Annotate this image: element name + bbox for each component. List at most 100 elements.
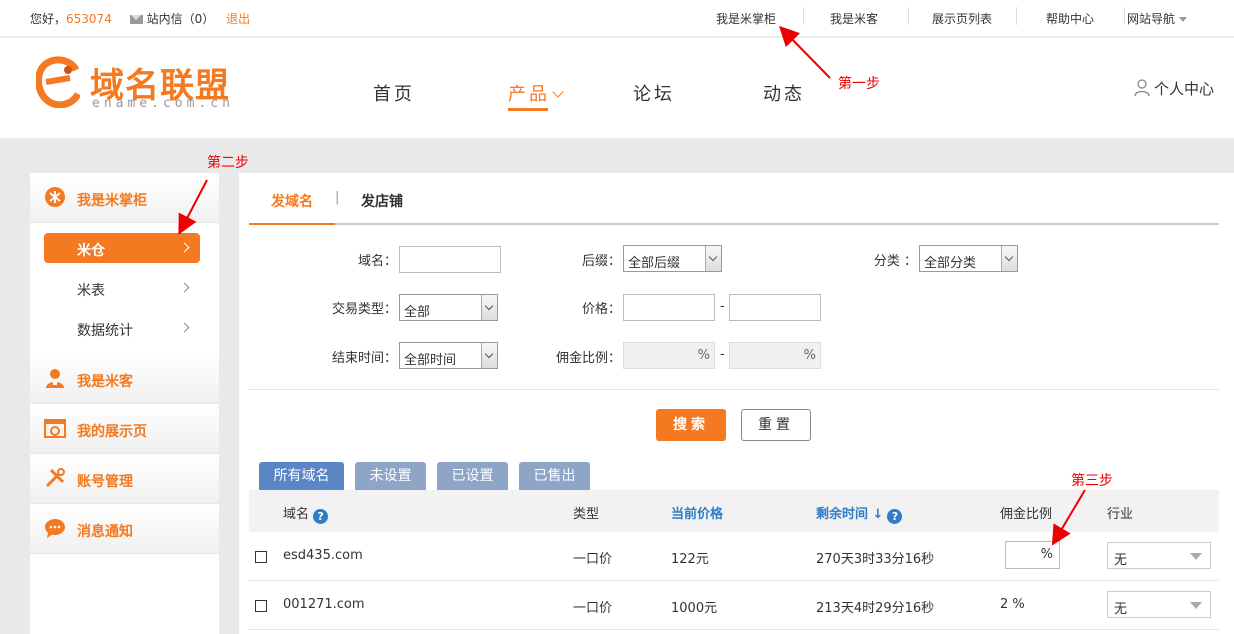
commission-max-input: %	[729, 342, 821, 369]
chevron-down-icon	[552, 86, 564, 98]
row-checkbox[interactable]	[255, 600, 267, 612]
table-header: 域名? 类型 当前价格 剩余时间 ↓? 佣金比例 行业	[249, 490, 1219, 532]
sidebar: 我是米掌柜 米仓 米表 数据统计 我是米客 我的展示页 账号管理 消息通知	[30, 173, 219, 634]
sidebar-section-label: 账号管理	[77, 474, 133, 490]
end-time-select[interactable]: 全部时间	[399, 342, 498, 369]
topnav-my-affiliate[interactable]: 我是米客	[830, 10, 878, 27]
th-type: 类型	[573, 507, 600, 522]
user-icon	[1134, 79, 1150, 97]
th-industry: 行业	[1107, 507, 1134, 522]
sidebar-section-showcase[interactable]: 我的展示页	[30, 404, 219, 454]
filter-tab-set[interactable]: 已设置	[437, 462, 508, 490]
filter-tab-sold[interactable]: 已售出	[519, 462, 590, 490]
price-label: 价格：	[581, 302, 621, 317]
sidebar-section-my-shop[interactable]: 我是米掌柜	[30, 173, 219, 223]
logout-link[interactable]: 退出	[226, 12, 250, 26]
search-button[interactable]: 搜索	[656, 409, 726, 441]
industry-value: 无	[1114, 602, 1128, 617]
person-icon	[46, 369, 64, 388]
inbox-link[interactable]: 站内信（0）	[129, 12, 215, 26]
price-min-input[interactable]	[623, 294, 715, 321]
cell-domain: 001271.com	[283, 597, 365, 612]
main-panel: 发域名 | 发店铺 域名： 后缀： 全部后缀 分类 ： 全部分类 交易类型： 全…	[239, 173, 1234, 634]
help-icon[interactable]: ?	[313, 509, 329, 524]
commission-min-input: %	[623, 342, 715, 369]
logo-domain: ename.com.cn	[92, 96, 234, 111]
cell-type: 一口价	[573, 552, 613, 567]
logo-e-icon	[36, 56, 80, 108]
trade-type-select[interactable]: 全部	[399, 294, 498, 321]
tab-publish-domain[interactable]: 发域名	[271, 191, 313, 211]
dropdown-arrow-icon	[705, 246, 721, 271]
filter-tab-all[interactable]: 所有域名	[259, 462, 344, 490]
nav-home[interactable]: 首页	[373, 80, 415, 106]
tools-icon	[45, 468, 65, 488]
top-bar: 您好，653074 站内信（0） 退出 我是米掌柜 我是米客 展示页列表 帮助中…	[0, 0, 1234, 37]
sidebar-section-notifications[interactable]: 消息通知	[30, 504, 219, 554]
topnav-help-center[interactable]: 帮助中心	[1046, 10, 1094, 27]
percent-sign: %	[803, 348, 816, 363]
nav-forum[interactable]: 论坛	[633, 80, 675, 106]
caret-down-icon	[1190, 602, 1202, 609]
th-price-sort[interactable]: 当前价格	[671, 503, 723, 522]
chevron-right-icon	[179, 282, 190, 293]
domain-label: 域名：	[357, 254, 397, 269]
nav-news[interactable]: 动态	[763, 80, 805, 106]
industry-value: 无	[1114, 553, 1128, 568]
site-logo[interactable]: 域名联盟 ename.com.cn	[36, 56, 246, 116]
chevron-right-icon	[179, 322, 190, 333]
sidebar-item-domain-list[interactable]: 米表	[44, 273, 200, 303]
table-row: esd435.com 一口价 122元 270天3时33分16秒 % 无	[249, 532, 1219, 581]
sidebar-section-label: 消息通知	[77, 524, 133, 540]
tab-publish-store[interactable]: 发店铺	[361, 191, 403, 211]
industry-select[interactable]: 无	[1107, 591, 1211, 618]
sidebar-section-account[interactable]: 账号管理	[30, 454, 219, 504]
cell-remaining: 270天3时33分16秒	[816, 552, 935, 567]
industry-select[interactable]: 无	[1107, 542, 1211, 569]
cell-commission: 2 %	[1000, 597, 1025, 612]
user-id[interactable]: 653074	[66, 12, 112, 26]
commission-input[interactable]: %	[1005, 541, 1060, 569]
th-remaining-sort[interactable]: 剩余时间 ↓?	[816, 503, 903, 524]
inbox-count: （0）	[182, 12, 215, 26]
nav-products-label: 产品	[508, 84, 550, 105]
tab-bar: 发域名 | 发店铺	[249, 173, 1219, 225]
sidebar-section-affiliate[interactable]: 我是米客	[30, 354, 219, 404]
sidebar-item-warehouse[interactable]: 米仓	[44, 233, 200, 263]
trade-type-value: 全部	[404, 305, 431, 320]
greeting: 您好，653074 站内信（0） 退出	[30, 10, 250, 27]
topnav-site-nav-label: 网站导航	[1127, 12, 1176, 26]
percent-sign: %	[697, 348, 710, 363]
price-max-input[interactable]	[729, 294, 821, 321]
category-value: 全部分类	[924, 256, 977, 271]
personal-center-link[interactable]: 个人中心	[1134, 78, 1214, 99]
domain-input[interactable]	[399, 246, 501, 273]
help-icon[interactable]: ?	[887, 509, 903, 524]
dropdown-arrow-icon	[481, 343, 497, 368]
inbox-label: 站内信	[146, 12, 183, 26]
topnav-my-shop[interactable]: 我是米掌柜	[716, 10, 776, 27]
rice-icon	[45, 187, 65, 207]
filter-tab-unset[interactable]: 未设置	[355, 462, 426, 490]
category-select[interactable]: 全部分类	[919, 245, 1018, 272]
th-domain-label: 域名	[283, 507, 310, 522]
sidebar-section-label: 我是米掌柜	[77, 193, 147, 209]
range-dash: -	[720, 347, 725, 362]
reset-button[interactable]: 重置	[741, 409, 811, 441]
nav-products[interactable]: 产品	[508, 80, 564, 111]
th-commission: 佣金比例	[1000, 507, 1053, 522]
greeting-text: 您好，	[30, 12, 67, 26]
annotation-step3: 第三步	[1071, 473, 1113, 489]
cell-domain: esd435.com	[283, 548, 363, 563]
suffix-select[interactable]: 全部后缀	[623, 245, 722, 272]
cell-price: 1000元	[671, 601, 718, 616]
topnav-site-nav[interactable]: 网站导航	[1127, 10, 1188, 27]
suffix-label: 后缀：	[581, 254, 621, 269]
site-header: 域名联盟 ename.com.cn 首页 产品 论坛 动态 个人中心	[0, 38, 1234, 138]
row-checkbox[interactable]	[255, 551, 267, 563]
sidebar-item-statistics[interactable]: 数据统计	[44, 313, 200, 343]
caret-down-icon	[1179, 17, 1188, 22]
topnav-showcase-list[interactable]: 展示页列表	[932, 10, 992, 27]
cell-price: 122元	[671, 552, 709, 567]
annotation-step2: 第二步	[207, 155, 249, 171]
